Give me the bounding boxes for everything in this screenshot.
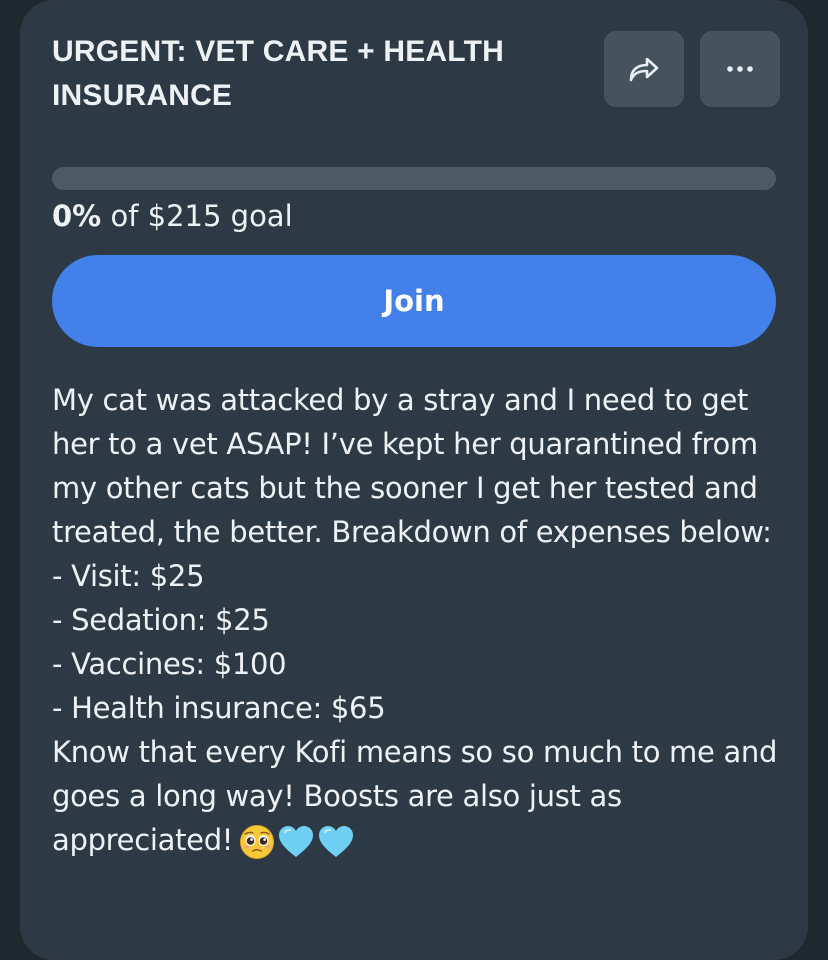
expense-item: - Visit: $25	[52, 559, 205, 593]
light-blue-heart-emoji	[319, 826, 354, 857]
description-closing: Know that every Kofi means so so much to…	[52, 730, 792, 862]
goal-percent: 0%	[52, 199, 102, 233]
expense-item: - Sedation: $25	[52, 603, 270, 637]
join-button[interactable]: Join	[52, 255, 776, 347]
closing-text: Know that every Kofi means so so much to…	[52, 735, 778, 857]
expense-item: - Health insurance: $65	[52, 691, 386, 725]
share-button[interactable]	[604, 31, 684, 107]
goal-description: My cat was attacked by a stray and I nee…	[52, 378, 792, 862]
share-forward-icon	[629, 57, 659, 82]
goal-summary: 0% of $215 goal	[52, 196, 293, 236]
expense-item: - Vaccines: $100	[52, 647, 287, 681]
goal-amount-text: of $215 goal	[101, 199, 293, 233]
more-options-button[interactable]	[700, 31, 780, 107]
post-title: URGENT: VET CARE + HEALTH INSURANCE	[52, 35, 504, 112]
goal-progress-bar	[52, 167, 776, 190]
description-intro: My cat was attacked by a stray and I nee…	[52, 383, 772, 549]
more-horizontal-icon	[727, 66, 753, 72]
emoji-group	[239, 824, 355, 860]
light-blue-heart-emoji	[279, 826, 314, 857]
goal-card: URGENT: VET CARE + HEALTH INSURANCE 0% o…	[20, 0, 808, 960]
pleading-face-emoji	[240, 825, 275, 859]
